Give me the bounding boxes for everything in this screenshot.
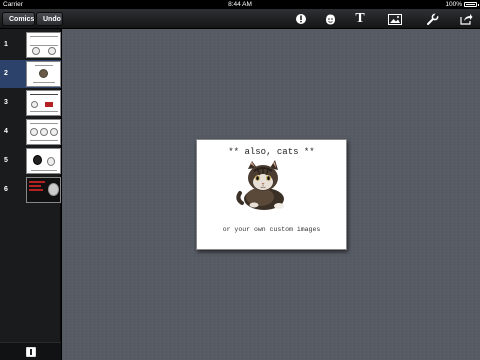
page-thumbnail [26, 119, 61, 145]
page-number: 1 [4, 41, 8, 48]
page-number: 4 [4, 128, 8, 135]
kitten-image[interactable] [234, 159, 290, 213]
page-thumbnail [26, 148, 61, 174]
clock: 8:44 AM [228, 1, 252, 8]
comics-button[interactable]: Comics [2, 12, 35, 26]
image-icon[interactable] [388, 12, 402, 26]
comic-canvas[interactable]: ** also, cats ** or your own custom imag… [62, 29, 480, 360]
page-row-3[interactable]: 3 [0, 89, 61, 117]
page-thumbnail [26, 90, 61, 116]
sticker-icon[interactable] [323, 12, 337, 26]
add-page-icon[interactable] [26, 347, 36, 357]
page-number: 5 [4, 157, 8, 164]
page-row-6[interactable]: 6 [0, 176, 61, 204]
panel-caption-bottom[interactable]: or your own custom images [197, 226, 346, 233]
toolbar: Comics Undo T [0, 9, 480, 29]
battery-icon [464, 2, 479, 7]
page-row-1[interactable]: 1 [0, 31, 61, 59]
page-thumbnail [26, 61, 61, 87]
sidebar-footer [0, 342, 61, 360]
undo-button[interactable]: Undo [36, 12, 63, 26]
battery-percent: 100% [445, 1, 462, 8]
page-number: 6 [4, 186, 8, 193]
page-number: 2 [4, 70, 8, 77]
status-bar: Carrier 8:44 AM 100% [0, 0, 480, 9]
info-drop-icon[interactable] [294, 12, 308, 26]
text-icon[interactable]: T [353, 11, 367, 26]
page-number: 3 [4, 99, 8, 106]
page-thumbnail [26, 32, 61, 58]
page-sidebar: 1 2 3 4 5 6 [0, 29, 61, 360]
page-row-5[interactable]: 5 [0, 147, 61, 175]
page-row-4[interactable]: 4 [0, 118, 61, 146]
panel-caption-top[interactable]: ** also, cats ** [197, 147, 346, 157]
comic-panel[interactable]: ** also, cats ** or your own custom imag… [196, 139, 347, 250]
page-thumbnail [26, 177, 61, 203]
wrench-icon[interactable] [425, 12, 439, 26]
share-icon[interactable] [459, 12, 473, 26]
page-row-2[interactable]: 2 [0, 60, 61, 88]
